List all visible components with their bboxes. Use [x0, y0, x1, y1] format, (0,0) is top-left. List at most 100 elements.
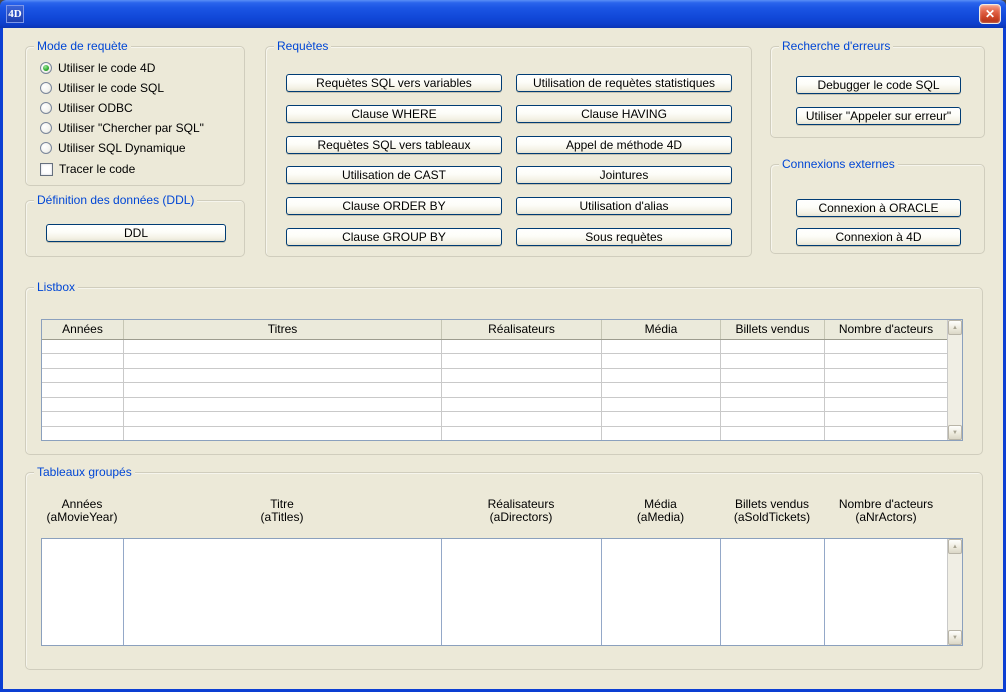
listbox-cell[interactable] [721, 427, 825, 440]
scroll-down-button[interactable]: ▼ [948, 425, 962, 440]
grouped-array-list[interactable] [825, 539, 947, 645]
listbox-cell[interactable] [124, 427, 442, 440]
btn-sql-queries-to-arrays[interactable]: Requètes SQL vers tableaux [286, 136, 502, 154]
listbox-cell[interactable] [442, 383, 602, 396]
btn-subqueries[interactable]: Sous requètes [516, 228, 732, 246]
radio-option-use-sql-code[interactable]: Utiliser le code SQL [40, 78, 164, 98]
grouped-array-list[interactable] [124, 539, 442, 645]
listbox-cell[interactable] [442, 354, 602, 367]
radio-option-use-odbc[interactable]: Utiliser ODBC [40, 98, 133, 118]
radio-icon [40, 82, 52, 94]
listbox-cell[interactable] [42, 427, 124, 440]
close-icon: ✕ [985, 7, 995, 21]
listbox-scrollbar[interactable]: ▲ ▼ [947, 320, 962, 440]
listbox-column-header[interactable]: Nombre d'acteurs [825, 320, 947, 339]
scroll-up-button[interactable]: ▲ [948, 320, 962, 335]
listbox-cell[interactable] [602, 427, 721, 440]
listbox-column-header[interactable]: Billets vendus [721, 320, 825, 339]
btn-ddl[interactable]: DDL [46, 224, 226, 242]
btn-clause-where[interactable]: Clause WHERE [286, 105, 502, 123]
grouped-array-list[interactable] [42, 539, 124, 645]
listbox-cell[interactable] [442, 427, 602, 440]
radio-option-use-4d-code[interactable]: Utiliser le code 4D [40, 58, 155, 78]
listbox-cell[interactable] [825, 340, 947, 353]
listbox-cell[interactable] [602, 354, 721, 367]
listbox-cell[interactable] [721, 398, 825, 411]
listbox-cell[interactable] [442, 340, 602, 353]
listbox-cell[interactable] [442, 398, 602, 411]
listbox-cell[interactable] [42, 369, 124, 382]
listbox-cell[interactable] [602, 383, 721, 396]
listbox-cell[interactable] [124, 354, 442, 367]
scrollbar-track[interactable] [948, 335, 962, 425]
listbox-cell[interactable] [825, 369, 947, 382]
btn-joins[interactable]: Jointures [516, 166, 732, 184]
grouped-array-list[interactable] [442, 539, 602, 645]
listbox-cell[interactable] [825, 398, 947, 411]
group-ddl: Définition des données (DDL) DDL [25, 200, 245, 257]
listbox-row[interactable] [42, 383, 947, 397]
grouped-array-list[interactable] [721, 539, 825, 645]
btn-clause-group-by[interactable]: Clause GROUP BY [286, 228, 502, 246]
radio-icon [40, 122, 52, 134]
listbox-cell[interactable] [42, 412, 124, 425]
scroll-up-button[interactable]: ▲ [948, 539, 962, 554]
listbox-cell[interactable] [124, 383, 442, 396]
listbox-cell[interactable] [124, 369, 442, 382]
grouped-arrays-headers: Années(aMovieYear) Titre(aTitles) Réalis… [41, 498, 948, 524]
listbox-row[interactable] [42, 398, 947, 412]
listbox-cell[interactable] [442, 412, 602, 425]
listbox-cell[interactable] [721, 369, 825, 382]
listbox-cell[interactable] [42, 398, 124, 411]
grouped-arrays-scrollbar[interactable]: ▲ ▼ [947, 539, 962, 645]
listbox-cell[interactable] [602, 340, 721, 353]
scrollbar-track[interactable] [948, 554, 962, 630]
listbox-cell[interactable] [124, 340, 442, 353]
btn-use-cast[interactable]: Utilisation de CAST [286, 166, 502, 184]
scroll-down-button[interactable]: ▼ [948, 630, 962, 645]
btn-clause-having[interactable]: Clause HAVING [516, 105, 732, 123]
listbox-row[interactable] [42, 412, 947, 426]
listbox-cell[interactable] [124, 398, 442, 411]
btn-debug-sql-code[interactable]: Debugger le code SQL [796, 76, 961, 94]
listbox-row[interactable] [42, 354, 947, 368]
grouped-array-list[interactable] [602, 539, 721, 645]
listbox-cell[interactable] [602, 398, 721, 411]
listbox-cell[interactable] [825, 427, 947, 440]
close-button[interactable]: ✕ [979, 4, 1001, 24]
listbox-cell[interactable] [42, 340, 124, 353]
radio-label: Utiliser "Chercher par SQL" [58, 121, 204, 135]
listbox-cell[interactable] [721, 354, 825, 367]
listbox-row[interactable] [42, 369, 947, 383]
listbox-cell[interactable] [124, 412, 442, 425]
btn-on-err-call[interactable]: Utiliser "Appeler sur erreur" [796, 107, 961, 125]
btn-connect-oracle[interactable]: Connexion à ORACLE [796, 199, 961, 217]
radio-option-query-by-sql[interactable]: Utiliser "Chercher par SQL" [40, 118, 204, 138]
btn-connect-4d[interactable]: Connexion à 4D [796, 228, 961, 246]
btn-4d-method-call[interactable]: Appel de méthode 4D [516, 136, 732, 154]
window: 4D ✕ Mode de requète Utiliser le code 4D… [0, 0, 1006, 692]
listbox-cell[interactable] [825, 354, 947, 367]
listbox-column-header[interactable]: Années [42, 320, 124, 339]
listbox-row[interactable] [42, 427, 947, 440]
btn-alias-usage[interactable]: Utilisation d'alias [516, 197, 732, 215]
btn-sql-queries-to-variables[interactable]: Requètes SQL vers variables [286, 74, 502, 92]
listbox-column-header[interactable]: Média [602, 320, 721, 339]
listbox-cell[interactable] [825, 383, 947, 396]
radio-option-dynamic-sql[interactable]: Utiliser SQL Dynamique [40, 138, 186, 158]
listbox-cell[interactable] [602, 412, 721, 425]
listbox-column-header[interactable]: Titres [124, 320, 442, 339]
btn-statistical-queries[interactable]: Utilisation de requètes statistiques [516, 74, 732, 92]
listbox-cell[interactable] [442, 369, 602, 382]
listbox-cell[interactable] [42, 383, 124, 396]
listbox-column-header[interactable]: Réalisateurs [442, 320, 602, 339]
trace-code-checkbox[interactable]: Tracer le code [40, 159, 135, 179]
listbox-row[interactable] [42, 340, 947, 354]
listbox-cell[interactable] [602, 369, 721, 382]
btn-clause-order-by[interactable]: Clause ORDER BY [286, 197, 502, 215]
listbox-cell[interactable] [825, 412, 947, 425]
listbox-cell[interactable] [42, 354, 124, 367]
listbox-cell[interactable] [721, 383, 825, 396]
listbox-cell[interactable] [721, 340, 825, 353]
listbox-cell[interactable] [721, 412, 825, 425]
